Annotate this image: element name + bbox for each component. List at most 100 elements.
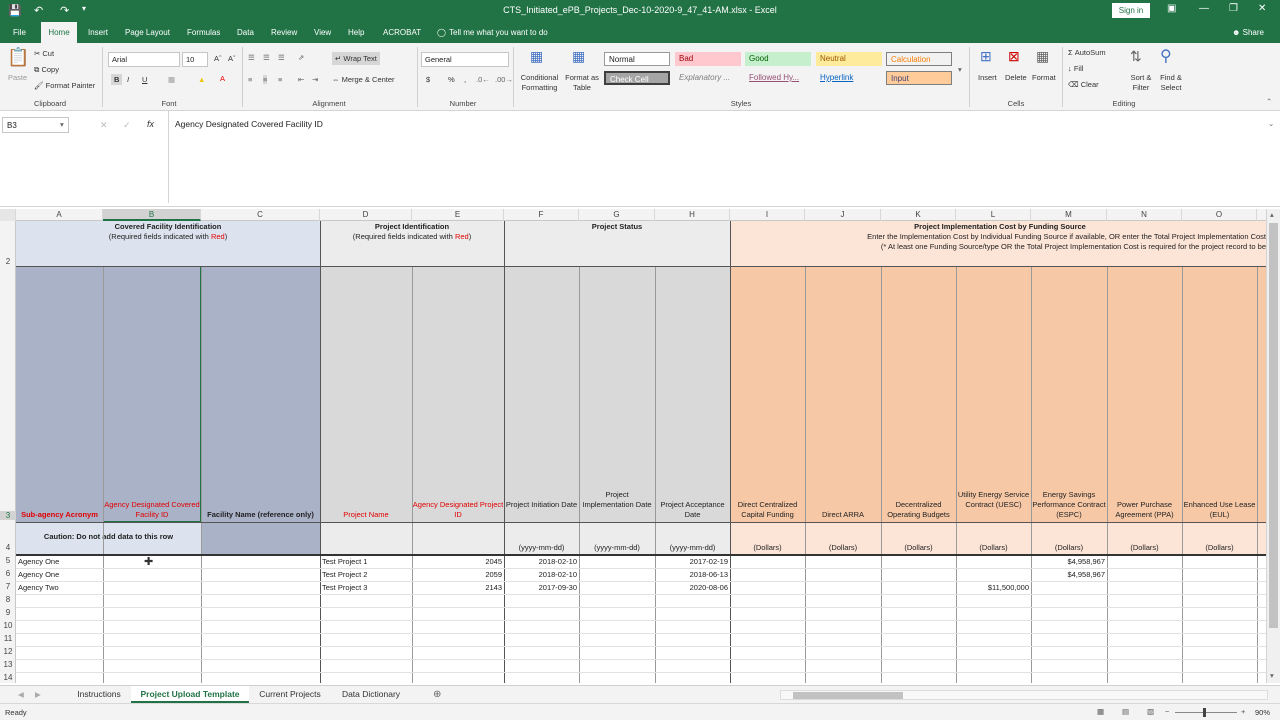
normal-view-icon[interactable]: ▦ — [1097, 707, 1104, 716]
column-header-c[interactable]: C — [201, 209, 320, 221]
decrease-indent-icon[interactable]: ⇤ — [298, 75, 304, 84]
zoom-slider-thumb[interactable] — [1203, 708, 1206, 717]
cell-f7[interactable]: 2017-09-30 — [504, 583, 577, 592]
grow-font-icon[interactable]: Aˆ — [214, 54, 222, 63]
cell-d7[interactable]: Test Project 3 — [322, 583, 367, 592]
sheet-tab-current-projects[interactable]: Current Projects — [250, 686, 330, 703]
comma-icon[interactable]: , — [464, 75, 466, 84]
align-center-icon[interactable]: ≡ — [263, 75, 268, 84]
tab-page-layout[interactable]: Page Layout — [125, 28, 170, 37]
tab-formulas[interactable]: Formulas — [187, 28, 220, 37]
shrink-font-icon[interactable]: Aˇ — [228, 54, 236, 63]
row-header-2[interactable]: 2 — [0, 257, 16, 266]
style-bad[interactable]: Bad — [675, 52, 741, 66]
column-header-j[interactable]: J — [805, 209, 881, 221]
style-calculation[interactable]: Calculation — [886, 52, 952, 66]
format-cells-button[interactable]: Format — [1032, 73, 1056, 82]
insert-cells-button[interactable]: Insert — [978, 73, 997, 82]
fill-color-icon[interactable]: ▲ — [198, 75, 205, 84]
row-header-11[interactable]: 11 — [0, 634, 16, 643]
cell-a6[interactable]: Agency One — [18, 570, 59, 579]
column-header-i[interactable]: I — [730, 209, 805, 221]
increase-indent-icon[interactable]: ⇥ — [312, 75, 318, 84]
column-header-g[interactable]: G — [579, 209, 655, 221]
clear-button[interactable]: ⌫ Clear — [1068, 80, 1099, 89]
wrap-text-button[interactable]: ↵ Wrap Text — [332, 52, 380, 65]
paste-button[interactable]: Paste — [8, 73, 27, 82]
italic-icon[interactable]: I — [127, 75, 129, 84]
insert-function-icon[interactable]: fx — [147, 119, 154, 129]
cell-a7[interactable]: Agency Two — [18, 583, 59, 592]
format-cells-icon[interactable]: ▦ — [1036, 48, 1049, 65]
styles-more-icon[interactable]: ▾ — [958, 65, 962, 74]
selected-cell-b3[interactable] — [103, 266, 201, 522]
row-header-6[interactable]: 6 — [0, 569, 16, 578]
percent-icon[interactable]: % — [448, 75, 455, 84]
bottom-align-icon[interactable]: ☰ — [278, 53, 285, 62]
cell-f5[interactable]: 2018-02-10 — [504, 557, 577, 566]
column-header-a[interactable]: A — [16, 209, 103, 221]
bold-icon[interactable]: B — [111, 74, 123, 85]
scroll-up-icon[interactable]: ▴ — [1270, 210, 1274, 219]
tab-file[interactable]: File — [13, 28, 26, 37]
style-good[interactable]: Good — [745, 52, 811, 66]
tab-help[interactable]: Help — [348, 28, 364, 37]
font-size-select[interactable]: 10 — [182, 52, 208, 67]
tab-insert[interactable]: Insert — [88, 28, 108, 37]
row-header-4[interactable]: 4 — [0, 543, 16, 552]
add-sheet-icon[interactable]: ⊕ — [433, 689, 441, 700]
row-header-13[interactable]: 13 — [0, 660, 16, 669]
cell-d5[interactable]: Test Project 1 — [322, 557, 367, 566]
cell-f6[interactable]: 2018-02-10 — [504, 570, 577, 579]
share-button[interactable]: ☻ Share — [1232, 28, 1264, 37]
column-header-l[interactable]: L — [956, 209, 1031, 221]
zoom-slider[interactable] — [1175, 712, 1237, 713]
cell-a5[interactable]: Agency One — [18, 557, 59, 566]
find-icon[interactable]: ⚲ — [1160, 46, 1172, 66]
font-name-select[interactable]: Arial — [108, 52, 180, 67]
sheet-tab-project-upload[interactable]: Project Upload Template — [131, 686, 249, 703]
column-header-e[interactable]: E — [412, 209, 504, 221]
name-box-dropdown-icon[interactable]: ▾ — [60, 120, 64, 129]
scroll-down-icon[interactable]: ▾ — [1270, 671, 1274, 680]
conditional-formatting-icon[interactable]: ▦ — [530, 48, 543, 65]
cell-m6[interactable]: $4,958,967 — [1031, 570, 1105, 579]
sheet-tab-instructions[interactable]: Instructions — [68, 686, 130, 703]
sort-filter-button[interactable]: Sort & Filter — [1126, 73, 1156, 93]
cell-m5[interactable]: $4,958,967 — [1031, 557, 1105, 566]
next-sheet-icon[interactable]: ▶ — [35, 690, 41, 699]
copy-button[interactable]: ⧉ Copy — [34, 65, 59, 75]
middle-align-icon[interactable]: ☰ — [263, 53, 270, 62]
horizontal-scroll-thumb[interactable] — [793, 692, 903, 699]
cell-d6[interactable]: Test Project 2 — [322, 570, 367, 579]
style-input[interactable]: Input — [886, 71, 952, 85]
page-break-view-icon[interactable]: ▧ — [1147, 707, 1154, 716]
row-header-12[interactable]: 12 — [0, 647, 16, 656]
accounting-icon[interactable]: $ — [426, 75, 430, 84]
column-header-n[interactable]: N — [1107, 209, 1182, 221]
row-header-14[interactable]: 14 — [0, 673, 16, 682]
style-normal[interactable]: Normal — [604, 52, 670, 66]
cell-h5[interactable]: 2017-02-19 — [655, 557, 728, 566]
style-followed-hyperlink[interactable]: Followed Hy... — [745, 71, 811, 85]
paste-icon[interactable]: 📋 — [7, 47, 29, 68]
tab-data[interactable]: Data — [237, 28, 254, 37]
orientation-icon[interactable]: ⇗ — [298, 53, 304, 62]
row-header-9[interactable]: 9 — [0, 608, 16, 617]
top-align-icon[interactable]: ☰ — [248, 53, 255, 62]
worksheet-grid[interactable]: Covered Facility Identification (Require… — [16, 221, 1266, 683]
autosum-button[interactable]: Σ AutoSum — [1068, 48, 1106, 57]
row-header-8[interactable]: 8 — [0, 595, 16, 604]
cell-h6[interactable]: 2018-06-13 — [655, 570, 728, 579]
sort-filter-icon[interactable]: ⇅ — [1130, 48, 1142, 65]
format-painter-button[interactable]: 🖌 Format Painter — [34, 81, 95, 90]
minimize-icon[interactable]: — — [1199, 3, 1209, 14]
expand-formula-bar-icon[interactable]: ⌄ — [1268, 119, 1274, 128]
select-all-corner[interactable] — [0, 209, 16, 221]
delete-cells-icon[interactable]: ⊠ — [1008, 48, 1020, 65]
column-header-h[interactable]: H — [655, 209, 730, 221]
style-hyperlink[interactable]: Hyperlink — [816, 71, 882, 85]
cell-l7[interactable]: $11,500,000 — [956, 583, 1029, 592]
tab-view[interactable]: View — [314, 28, 331, 37]
decrease-decimal-icon[interactable]: .00→ — [495, 75, 513, 84]
